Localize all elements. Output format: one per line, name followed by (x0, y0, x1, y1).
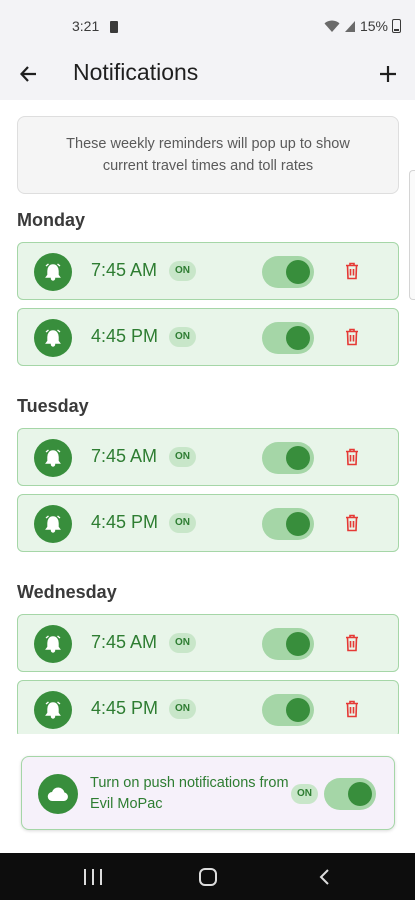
toggle-knob (286, 512, 310, 536)
reminder-card[interactable]: 4:45 PM ON (17, 680, 399, 734)
cloud-icon (38, 774, 78, 814)
reminder-toggle[interactable] (262, 442, 314, 474)
reminder-list[interactable]: These weekly reminders will pop up to sh… (0, 100, 415, 734)
battery-percent: 15% (359, 18, 388, 34)
arrow-left-icon (19, 66, 36, 82)
reminder-card[interactable]: 7:45 AM ON (17, 614, 399, 672)
push-notifications-label: Turn on push notifications from Evil MoP… (90, 775, 289, 812)
status-badge: ON (169, 447, 196, 467)
reminder-card[interactable]: 7:45 AM ON (17, 242, 399, 300)
alarm-bell-icon (34, 505, 72, 543)
status-badge: ON (169, 513, 196, 533)
alarm-bell-icon (34, 319, 72, 357)
reminder-time: 7:45 AM (91, 446, 158, 466)
day-heading-wednesday: Wednesday (17, 582, 117, 602)
reminder-toggle[interactable] (262, 256, 314, 288)
trash-icon (346, 514, 358, 532)
status-badge: ON (169, 327, 196, 347)
reminder-toggle[interactable] (262, 322, 314, 354)
reminder-time: 4:45 PM (91, 512, 159, 532)
push-notifications-toggle[interactable] (324, 778, 376, 810)
reminder-time: 7:45 AM (91, 260, 158, 280)
trash-icon (346, 634, 358, 652)
alarm-bell-icon (34, 625, 72, 663)
trash-icon (346, 448, 358, 466)
system-nav-bar (0, 853, 415, 900)
reminder-toggle[interactable] (262, 508, 314, 540)
push-notifications-card[interactable]: Turn on push notifications from Evil MoP… (21, 756, 395, 830)
delete-button[interactable] (341, 326, 363, 348)
toggle-knob (348, 782, 372, 806)
status-badge: ON (169, 633, 196, 653)
toggle-knob (286, 326, 310, 350)
recent-apps-button[interactable] (84, 869, 102, 885)
status-badge: ON (169, 261, 196, 281)
reminder-time: 4:45 PM (91, 698, 159, 718)
reminder-toggle[interactable] (262, 628, 314, 660)
info-message: These weekly reminders will pop up to sh… (17, 116, 399, 194)
reminder-card[interactable]: 4:45 PM ON (17, 308, 399, 366)
back-button[interactable] (14, 59, 44, 89)
trash-icon (346, 328, 358, 346)
delete-button[interactable] (341, 260, 363, 282)
wifi-icon (324, 20, 340, 32)
toggle-knob (286, 698, 310, 722)
status-badge: ON (169, 699, 196, 719)
status-time: 3:21 (72, 18, 100, 34)
trash-icon (346, 700, 358, 718)
sim-icon (110, 21, 118, 33)
scrollbar[interactable] (409, 170, 415, 300)
alarm-bell-icon (34, 691, 72, 729)
alarm-bell-icon (34, 253, 72, 291)
reminder-card[interactable]: 4:45 PM ON (17, 494, 399, 552)
reminder-toggle[interactable] (262, 694, 314, 726)
delete-button[interactable] (341, 446, 363, 468)
add-reminder-button[interactable] (373, 59, 403, 89)
status-indicators: 15% (324, 18, 401, 34)
app-bar: Notifications (0, 50, 415, 100)
status-bar: 3:21 15% (0, 0, 415, 50)
delete-button[interactable] (341, 698, 363, 720)
reminder-card[interactable]: 7:45 AM ON (17, 428, 399, 486)
battery-icon (392, 19, 401, 33)
delete-button[interactable] (341, 512, 363, 534)
reminder-time: 7:45 AM (91, 632, 158, 652)
reminder-time: 4:45 PM (91, 326, 159, 346)
toggle-knob (286, 260, 310, 284)
status-badge: ON (291, 784, 318, 804)
day-heading-monday: Monday (17, 210, 86, 230)
alarm-bell-icon (34, 439, 72, 477)
system-back-button[interactable] (316, 868, 334, 886)
toggle-knob (286, 446, 310, 470)
plus-icon (380, 66, 396, 82)
signal-icon (344, 20, 355, 32)
delete-button[interactable] (341, 632, 363, 654)
trash-icon (346, 262, 358, 280)
page-title: Notifications (73, 59, 199, 85)
day-heading-tuesday: Tuesday (17, 396, 89, 416)
toggle-knob (286, 632, 310, 656)
home-button[interactable] (199, 868, 217, 886)
